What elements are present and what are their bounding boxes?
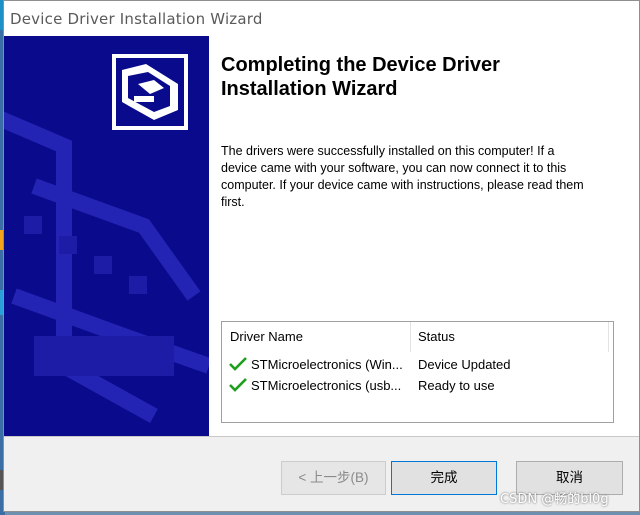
title-bar[interactable]: Device Driver Installation Wizard [4,1,639,36]
csdn-watermark: CSDN @畅的bl0g [500,492,609,507]
wizard-window: Device Driver Installation Wizard Comple… [3,0,640,512]
column-header-status[interactable]: Status [410,322,608,352]
wizard-banner-image [4,36,209,436]
hardware-banner-graphic [4,36,209,436]
driver-list[interactable]: Driver Name Status STMicroelectronics (W… [221,321,614,423]
column-header-driver-name[interactable]: Driver Name [222,322,410,352]
checkmark-icon [229,357,247,371]
checkmark-icon [229,378,247,392]
driver-row[interactable]: STMicroelectronics (Win... Device Update… [222,354,613,375]
completion-message: The drivers were successfully installed … [221,144,584,209]
driver-name: STMicroelectronics (usb... [251,378,402,393]
driver-status: Device Updated [418,357,511,372]
finish-button[interactable]: 完成 [391,461,497,495]
driver-name: STMicroelectronics (Win... [251,357,403,372]
footer-divider [4,436,639,437]
driver-list-header: Driver Name Status [222,322,613,352]
back-button[interactable]: < 上一步(B) [281,461,386,495]
wizard-content: Completing the Device Driver Installatio… [4,36,639,436]
window-title: Device Driver Installation Wizard [10,10,263,28]
page-title: Completing the Device Driver Installatio… [221,54,500,100]
driver-status: Ready to use [418,378,495,393]
driver-row[interactable]: STMicroelectronics (usb... Ready to use [222,375,613,396]
device-icon [112,54,188,130]
